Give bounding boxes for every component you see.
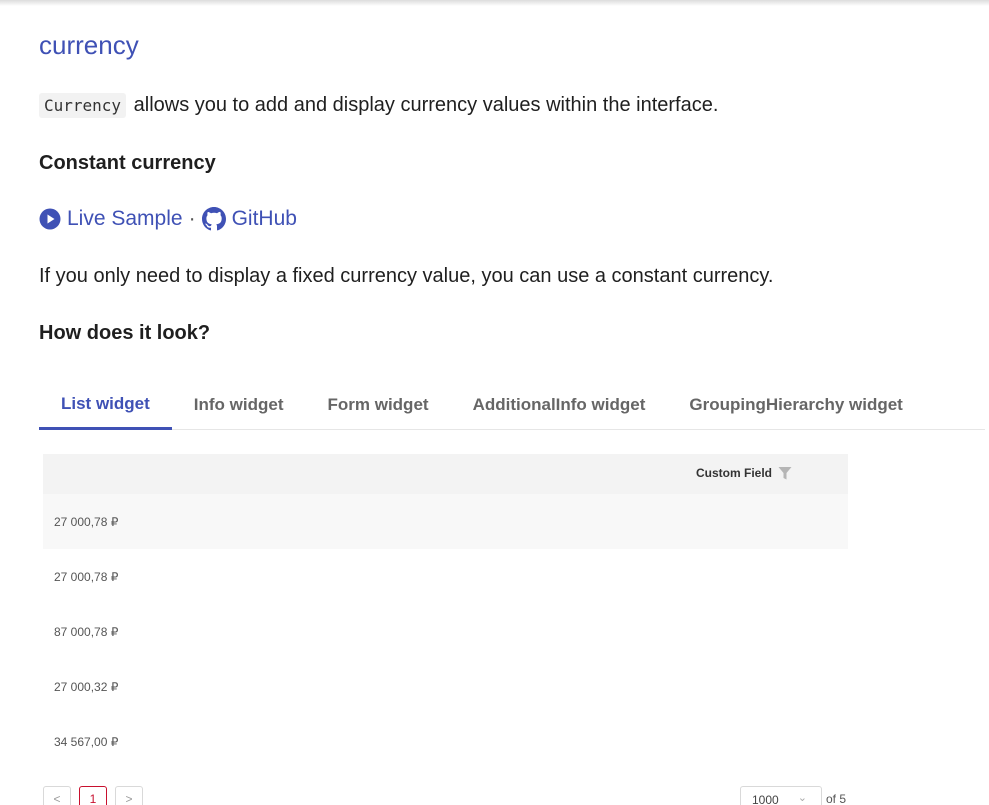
- github-label: GitHub: [231, 207, 297, 230]
- current-page-button[interactable]: 1: [79, 786, 107, 805]
- page-size-select[interactable]: 1000 ⌄: [740, 786, 822, 805]
- links-row: Live Sample · GitHub: [39, 207, 297, 231]
- table-row[interactable]: 27 000,78 ₽: [43, 549, 848, 604]
- intro-text: allows you to add and display currency v…: [133, 94, 719, 116]
- tab-additionalinfo-widget[interactable]: AdditionalInfo widget: [451, 380, 668, 430]
- filter-icon[interactable]: [778, 466, 792, 480]
- cell-value: 27 000,32 ₽: [54, 679, 119, 694]
- page-size-value: 1000: [752, 793, 779, 805]
- tab-groupinghierarchy-widget[interactable]: GroupingHierarchy widget: [667, 380, 924, 430]
- table-row[interactable]: 27 000,32 ₽: [43, 659, 848, 714]
- top-shadow: [0, 0, 989, 6]
- column-header-label: Custom Field: [696, 466, 773, 480]
- github-link[interactable]: GitHub: [201, 207, 297, 231]
- list-widget-table: Custom Field 27 000,78 ₽ 27 000,78 ₽ 87 …: [43, 454, 848, 769]
- constant-currency-text: If you only need to display a fixed curr…: [39, 265, 774, 287]
- column-header-custom-field[interactable]: Custom Field: [696, 466, 792, 480]
- prev-page-button[interactable]: <: [43, 786, 71, 805]
- pagination: < 1 >: [43, 786, 143, 805]
- cell-value: 34 567,00 ₽: [54, 734, 119, 749]
- table-row[interactable]: 34 567,00 ₽: [43, 714, 848, 769]
- section-heading-constant: Constant currency: [39, 152, 216, 174]
- next-page-button[interactable]: >: [115, 786, 143, 805]
- intro-code: Currency: [39, 93, 127, 118]
- chevron-down-icon: ⌄: [797, 792, 807, 804]
- live-sample-label: Live Sample: [67, 207, 183, 230]
- page-total: of 5: [826, 792, 847, 805]
- live-sample-link[interactable]: Live Sample: [39, 207, 183, 231]
- tab-list-widget[interactable]: List widget: [39, 380, 172, 430]
- widget-tabs: List widget Info widget Form widget Addi…: [39, 380, 985, 430]
- cell-value: 27 000,78 ₽: [54, 569, 119, 584]
- play-circle-icon: [39, 208, 61, 230]
- github-icon: [201, 207, 226, 231]
- link-separator: ·: [188, 207, 196, 230]
- section-heading-look: How does it look?: [39, 322, 211, 344]
- table-row[interactable]: 87 000,78 ₽: [43, 604, 848, 659]
- page-title: currency: [39, 30, 139, 60]
- tab-form-widget[interactable]: Form widget: [306, 380, 451, 430]
- table-header: Custom Field: [43, 454, 848, 494]
- tab-info-widget[interactable]: Info widget: [172, 380, 306, 430]
- cell-value: 27 000,78 ₽: [54, 514, 119, 529]
- cell-value: 87 000,78 ₽: [54, 624, 119, 639]
- table-row[interactable]: 27 000,78 ₽: [43, 494, 848, 549]
- intro-paragraph: Currency allows you to add and display c…: [39, 93, 719, 118]
